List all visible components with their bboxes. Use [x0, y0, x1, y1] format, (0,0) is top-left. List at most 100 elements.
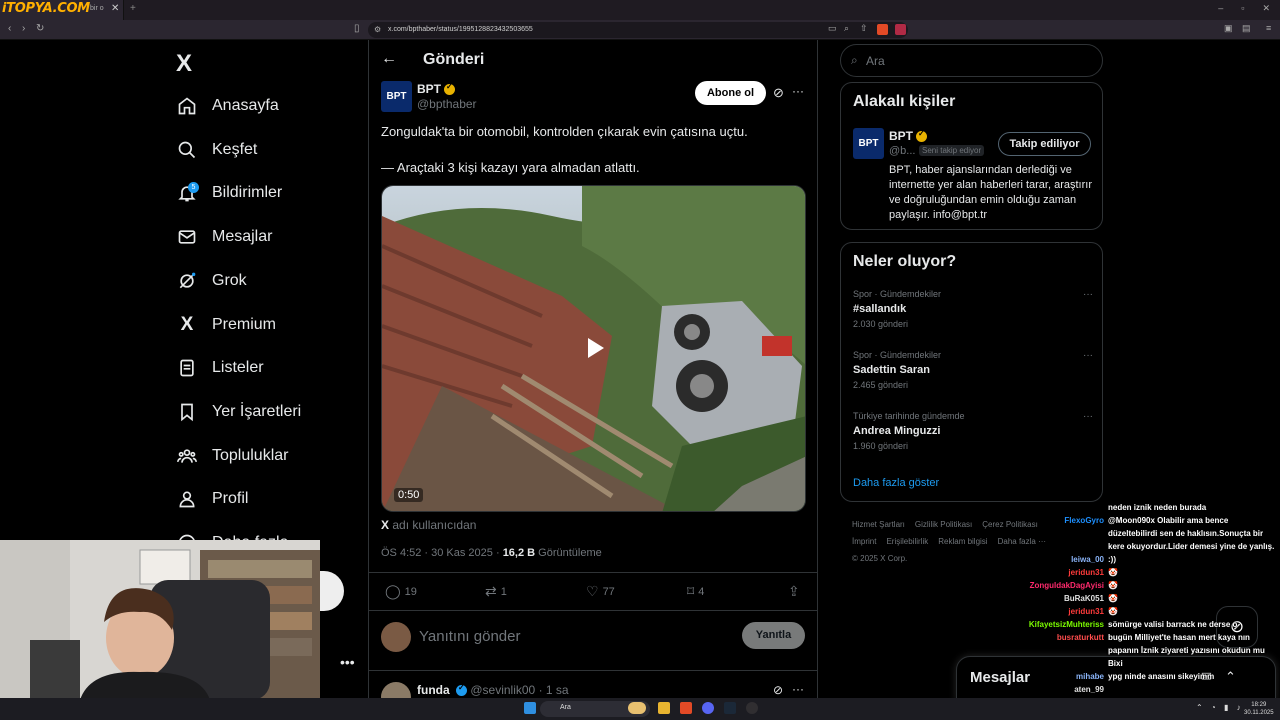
- sidebar-item-bookmarks[interactable]: Yer İşaretleri: [176, 397, 301, 427]
- like-action[interactable]: ♡ 77: [586, 583, 615, 600]
- footer-link[interactable]: Reklam bilgisi: [938, 537, 987, 546]
- chat-username[interactable]: jeridun31: [1008, 566, 1108, 579]
- chat-username[interactable]: FlexoGyro: [1008, 514, 1108, 553]
- footer-link[interactable]: Hizmet Şartları: [852, 520, 905, 529]
- file-explorer-icon[interactable]: [658, 702, 670, 714]
- chat-username[interactable]: [1008, 501, 1108, 514]
- reply-button[interactable]: Yanıtla: [742, 622, 805, 649]
- sidebar-item-label: Anasayfa: [212, 97, 279, 114]
- sidebar-item-communities[interactable]: Topluluklar: [176, 441, 288, 471]
- avatar[interactable]: BPT: [381, 81, 412, 112]
- related-name[interactable]: BPT: [889, 129, 927, 143]
- rewards-icon[interactable]: [895, 24, 906, 35]
- person-icon: [176, 488, 198, 510]
- brave-shield-icon[interactable]: [877, 24, 888, 35]
- reload-icon[interactable]: ↻: [36, 23, 44, 34]
- subscribe-button[interactable]: Abone ol: [695, 81, 766, 105]
- extensions-icon[interactable]: ▤: [1242, 23, 1251, 34]
- sidebar-item-notifications[interactable]: 5 Bildirimler: [176, 178, 282, 208]
- browser-tab[interactable]: iTOPYA.COM bir o ✕: [0, 0, 124, 20]
- sidebar-item-home[interactable]: Anasayfa: [176, 91, 279, 121]
- trend-context: Türkiye tarihinde gündemde: [853, 411, 965, 421]
- steam-icon[interactable]: [724, 702, 736, 714]
- maximize-icon[interactable]: ▫: [1241, 3, 1244, 14]
- more-options-icon[interactable]: ···: [792, 84, 804, 98]
- trend-item[interactable]: Spor · Gündemdekiler Sadettin Saran 2.46…: [853, 350, 1093, 390]
- author-handle[interactable]: @bpthaber: [417, 97, 477, 111]
- chat-username[interactable]: jeridun31: [1008, 605, 1108, 618]
- new-tab-icon[interactable]: +: [130, 3, 136, 14]
- minimize-icon[interactable]: –: [1218, 3, 1223, 14]
- chat-username[interactable]: KifayetsizMuhteriss: [1008, 618, 1108, 631]
- discord-icon[interactable]: [702, 702, 714, 714]
- sidebar-item-grok[interactable]: Grok: [176, 266, 247, 296]
- related-handle[interactable]: @b...: [889, 145, 915, 157]
- sidebar-item-explore[interactable]: Keşfet: [176, 135, 257, 165]
- chat-username[interactable]: ZonguldakDagAyisi: [1008, 579, 1108, 592]
- x-logo-icon[interactable]: X: [176, 50, 192, 78]
- bookmark-action[interactable]: ⌑ 4: [687, 583, 704, 600]
- footer-link[interactable]: Gizlilik Politikası: [915, 520, 972, 529]
- chat-username[interactable]: BuRaK051: [1008, 592, 1108, 605]
- trend-more-icon[interactable]: ···: [1083, 411, 1093, 422]
- share-icon[interactable]: ⇧: [860, 23, 868, 34]
- footer-link[interactable]: Erişilebilirlik: [886, 537, 928, 546]
- sidebar-item-messages[interactable]: Mesajlar: [176, 222, 272, 252]
- wallet-icon[interactable]: ▣: [1224, 23, 1233, 34]
- account-menu-icon[interactable]: •••: [340, 654, 355, 670]
- forward-nav-icon[interactable]: ›: [22, 23, 25, 34]
- video-duration: 0:50: [394, 488, 424, 502]
- author-name[interactable]: BPT: [417, 82, 455, 96]
- clock[interactable]: 18:29 30.11.2025: [1244, 701, 1274, 717]
- trend-item[interactable]: Türkiye tarihinde gündemde Andrea Minguz…: [853, 411, 1093, 451]
- site-info-icon[interactable]: ⚙: [374, 25, 381, 34]
- back-nav-icon[interactable]: ‹: [8, 23, 11, 34]
- sidebar-item-premium[interactable]: X Premium: [176, 310, 276, 340]
- comment-author[interactable]: funda @sevinlik00 · 1 sa: [417, 683, 569, 697]
- user-avatar[interactable]: [381, 622, 411, 652]
- trend-more-icon[interactable]: ···: [1083, 289, 1093, 300]
- more-options-icon[interactable]: ···: [792, 682, 804, 696]
- repost-action[interactable]: ⇄ 1: [485, 583, 507, 600]
- share-icon: ⇪: [788, 583, 800, 599]
- repost-count: 1: [500, 585, 507, 598]
- system-tray-icons[interactable]: ⌃ ◔ ▮ ♪: [1196, 703, 1244, 712]
- verified-badge-icon: [444, 82, 455, 96]
- grok-explain-icon[interactable]: ⊘: [773, 85, 784, 101]
- share-action[interactable]: ⇪: [788, 583, 800, 600]
- reply-action[interactable]: ◯ 19: [385, 583, 417, 600]
- following-button[interactable]: Takip ediliyor: [998, 132, 1091, 156]
- tab-close-icon[interactable]: ✕: [111, 3, 119, 14]
- video-source[interactable]: X adı kullanıcıdan: [381, 518, 476, 532]
- zoom-icon[interactable]: ⌕: [844, 23, 849, 34]
- related-people-panel: Alakalı kişiler BPT BPT @b... Seni takip…: [840, 82, 1103, 230]
- sidebar-item-lists[interactable]: Listeler: [176, 353, 264, 383]
- chat-username[interactable]: leiwa_00: [1008, 553, 1108, 566]
- cast-icon[interactable]: ▭: [828, 23, 837, 34]
- url-text: x.com/bpthaber/status/199512882343250365…: [388, 26, 533, 33]
- play-icon[interactable]: [588, 338, 604, 358]
- grok-explain-icon[interactable]: ⊘: [773, 683, 783, 697]
- reply-input[interactable]: Yanıtını gönder: [419, 628, 520, 645]
- avatar[interactable]: BPT: [853, 128, 884, 159]
- windows-start-icon[interactable]: [524, 702, 536, 714]
- chat-message: mihabe ypg ninde anasını sikeyimm: [1008, 670, 1280, 683]
- post-button[interactable]: [318, 571, 344, 611]
- show-more-link[interactable]: Daha fazla göster: [853, 477, 939, 489]
- tweet-timestamp[interactable]: ÖS 4:52 · 30 Kas 2025 ·: [381, 547, 503, 559]
- obs-icon[interactable]: [746, 702, 758, 714]
- footer-link[interactable]: İmprint: [852, 537, 876, 546]
- bookmark-page-icon[interactable]: ▯: [354, 23, 360, 34]
- trend-item[interactable]: Spor · Gündemdekiler #sallandık 2.030 gö…: [853, 289, 1093, 329]
- chat-username[interactable]: aten_99: [1008, 683, 1108, 696]
- sidebar-item-profile[interactable]: Profil: [176, 484, 248, 514]
- search-input[interactable]: ⌕ Ara: [840, 44, 1103, 77]
- chat-username[interactable]: mihabe: [1008, 670, 1108, 683]
- menu-icon[interactable]: ≡: [1266, 23, 1271, 33]
- window-close-icon[interactable]: ✕: [1262, 3, 1270, 14]
- trend-more-icon[interactable]: ···: [1083, 350, 1093, 361]
- brave-browser-icon[interactable]: [680, 702, 692, 714]
- tweet-video[interactable]: 0:50: [381, 185, 806, 512]
- chat-username[interactable]: busraturkutt: [1008, 631, 1108, 670]
- back-arrow-icon[interactable]: ←: [381, 50, 397, 68]
